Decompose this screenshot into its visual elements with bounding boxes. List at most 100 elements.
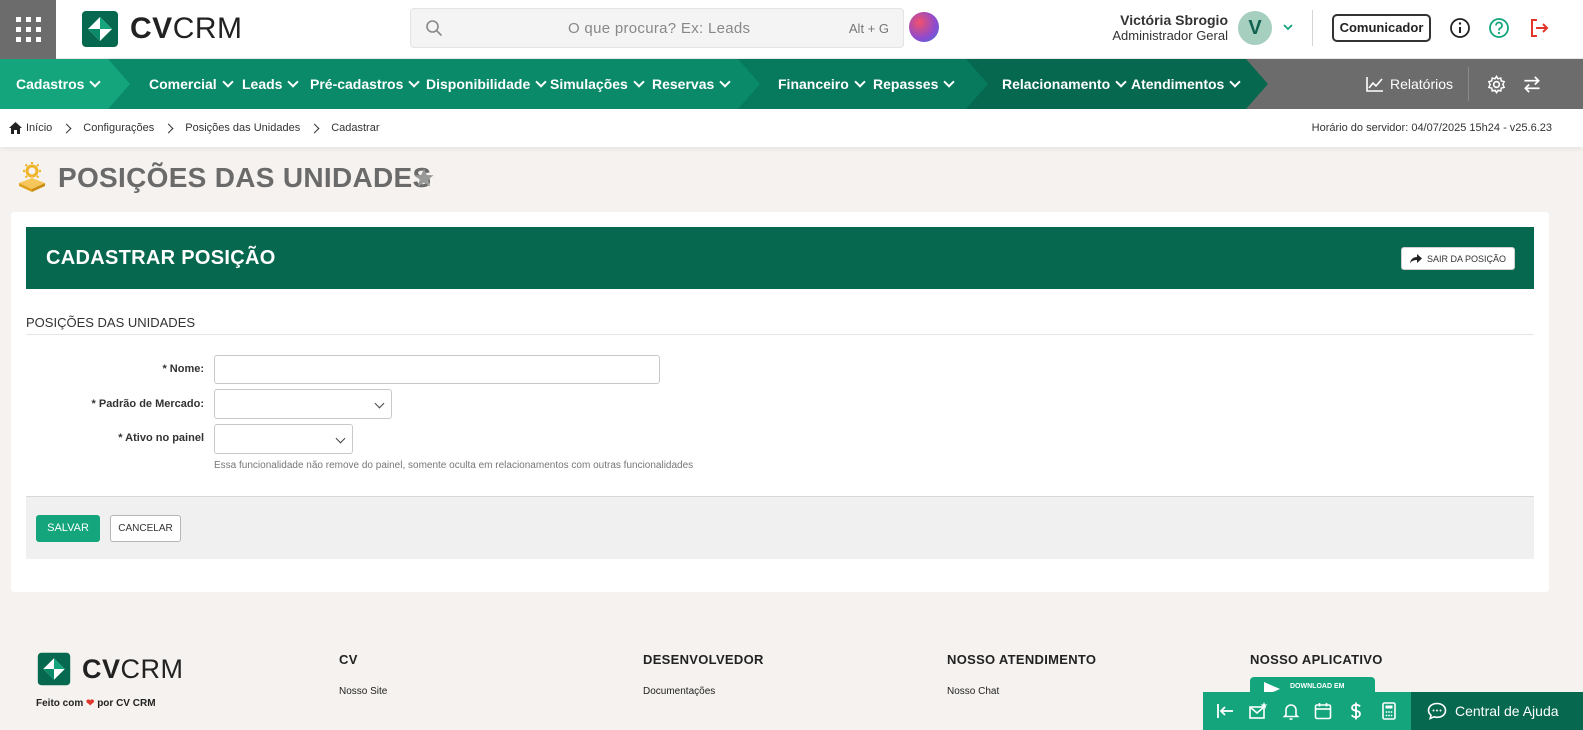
search-input[interactable]: O que procura? Ex: Leads	[568, 20, 750, 37]
breadcrumb-bar: Início Configurações Posições das Unidad…	[0, 109, 1583, 147]
avatar[interactable]: V	[1238, 11, 1272, 45]
breadcrumb-item-configuracoes[interactable]: Configurações	[83, 122, 154, 134]
search-shortcut-hint: Alt + G	[848, 21, 889, 36]
nav-label: Cadastros	[16, 76, 85, 92]
nav-label: Reservas	[652, 76, 715, 92]
nav-label: Atendimentos	[1131, 76, 1225, 92]
chevron-down-icon	[89, 76, 102, 88]
chevron-down-icon	[335, 433, 346, 444]
footer-column-aplicativo: NOSSO APLICATIVO	[1250, 652, 1383, 667]
chevron-down-icon	[719, 76, 731, 88]
help-center-button[interactable]: Central de Ajuda	[1411, 692, 1583, 730]
user-role: Administrador Geral	[1112, 28, 1228, 43]
footer-column-cv: CV Nosso Site	[339, 652, 387, 697]
footer-column-title: DESENVOLVEDOR	[643, 652, 764, 667]
main-nav: Cadastros Comercial Leads Pré-cadastros …	[0, 59, 1583, 109]
nav-item-comercial[interactable]: Comercial	[149, 59, 234, 109]
server-time: Horário do servidor: 04/07/2025 15h24 - …	[1311, 122, 1552, 134]
nav-item-disponibilidade[interactable]: Disponibilidade	[426, 59, 547, 109]
logo-light-text: CRM	[120, 653, 184, 684]
nav-label: Relatórios	[1390, 76, 1454, 92]
star-favorite-icon[interactable]	[413, 167, 435, 189]
help-icon[interactable]	[1488, 17, 1510, 39]
nav-item-relatorios[interactable]: Relatórios	[1366, 59, 1453, 109]
nav-label: Relacionamento	[1002, 76, 1111, 92]
footer-link[interactable]: Nosso Site	[339, 686, 387, 697]
share-arrow-icon	[1409, 253, 1422, 263]
form-card: CADASTRAR POSIÇÃO SAIR DA POSIÇÃO POSIÇÕ…	[11, 212, 1549, 592]
chat-bubble-icon	[1427, 702, 1447, 720]
nav-label: Repasses	[873, 76, 939, 92]
footer-link[interactable]: Documentações	[643, 686, 764, 697]
padrao-mercado-select[interactable]	[214, 389, 392, 419]
logo-bold-text: CV	[82, 653, 121, 684]
mail-star-icon[interactable]	[1248, 701, 1268, 721]
cvcrm-logo-icon	[37, 652, 71, 686]
ativo-painel-select[interactable]	[214, 424, 353, 454]
footer-logo[interactable]: CVCRM	[36, 651, 184, 687]
logout-icon[interactable]	[1528, 17, 1550, 39]
made-with-prefix: Feito com	[36, 698, 84, 709]
save-button[interactable]: SALVAR	[36, 515, 100, 542]
quick-actions-dock	[1203, 692, 1411, 730]
logo-bold-text: CV	[130, 12, 173, 45]
info-icon[interactable]	[1449, 17, 1471, 39]
breadcrumb-item-posicoes[interactable]: Posições das Unidades	[185, 122, 300, 134]
units-position-icon	[19, 162, 45, 192]
gear-icon[interactable]	[1487, 75, 1506, 94]
dollar-icon[interactable]	[1346, 701, 1366, 721]
collapse-left-icon[interactable]	[1215, 701, 1235, 721]
nav-label: Comercial	[149, 76, 217, 92]
home-icon[interactable]	[9, 122, 22, 134]
apps-menu-button[interactable]	[0, 0, 56, 59]
chevron-down-icon	[222, 76, 234, 88]
bell-icon[interactable]	[1281, 701, 1301, 721]
nav-item-pre-cadastros[interactable]: Pré-cadastros	[310, 59, 421, 109]
app-logo[interactable]: CVCRM	[80, 9, 243, 49]
store-label: DOWNLOAD EM	[1290, 683, 1345, 690]
nome-label: * Nome:	[162, 363, 204, 375]
nav-item-atendimentos[interactable]: Atendimentos	[1131, 59, 1242, 109]
calendar-icon[interactable]	[1313, 701, 1333, 721]
footer-column-atendimento: NOSSO ATENDIMENTO Nosso Chat	[947, 652, 1096, 697]
nav-item-reservas[interactable]: Reservas	[652, 59, 731, 109]
help-center-label: Central de Ajuda	[1455, 703, 1559, 719]
user-info[interactable]: Victória Sbrogio Administrador Geral	[1112, 12, 1228, 43]
cancel-button[interactable]: CANCELAR	[110, 515, 181, 542]
breadcrumb-item-inicio[interactable]: Início	[26, 122, 52, 134]
footer-column-title: CV	[339, 652, 358, 667]
nav-item-repasses[interactable]: Repasses	[873, 59, 956, 109]
nav-label: Financeiro	[778, 76, 849, 92]
global-search[interactable]: O que procura? Ex: Leads Alt + G	[410, 8, 904, 48]
exit-position-label: SAIR DA POSIÇÃO	[1426, 253, 1506, 264]
page-title: POSIÇÕES DAS UNIDADES	[58, 162, 432, 193]
breadcrumb: Início Configurações Posições das Unidad…	[9, 122, 380, 134]
swap-arrows-icon[interactable]	[1522, 75, 1542, 94]
exit-position-button[interactable]: SAIR DA POSIÇÃO	[1400, 247, 1515, 270]
nav-label: Pré-cadastros	[310, 76, 404, 92]
comunicador-button[interactable]: Comunicador	[1332, 14, 1431, 42]
nav-divider	[1468, 67, 1469, 101]
nav-item-simulacoes[interactable]: Simulações	[550, 59, 645, 109]
footer-column-desenvolvedor: DESENVOLVEDOR Documentações	[643, 652, 764, 697]
footer-link[interactable]: Nosso Chat	[947, 686, 1096, 697]
chevron-down-icon	[408, 76, 421, 88]
nome-field[interactable]	[214, 355, 660, 384]
chevron-right-icon	[61, 123, 72, 133]
form-actions: SALVAR CANCELAR	[26, 496, 1534, 559]
nav-label: Disponibilidade	[426, 76, 531, 92]
footer-column-title: NOSSO ATENDIMENTO	[947, 652, 1097, 667]
chevron-down-icon[interactable]	[1281, 20, 1295, 34]
logo-light-text: CRM	[172, 12, 243, 45]
ai-assistant-orb-icon[interactable]	[909, 12, 939, 42]
nav-item-leads[interactable]: Leads	[242, 59, 300, 109]
made-with-suffix: por CV CRM	[97, 698, 156, 709]
nav-item-financeiro[interactable]: Financeiro	[778, 59, 866, 109]
nav-item-relacionamento[interactable]: Relacionamento	[1002, 59, 1127, 109]
nav-item-cadastros[interactable]: Cadastros	[16, 59, 102, 109]
user-name: Victória Sbrogio	[1120, 12, 1228, 28]
chevron-right-icon	[309, 123, 320, 133]
calculator-icon[interactable]	[1379, 701, 1399, 721]
cvcrm-logo-icon	[82, 11, 118, 47]
section-title: POSIÇÕES DAS UNIDADES	[26, 315, 1534, 335]
